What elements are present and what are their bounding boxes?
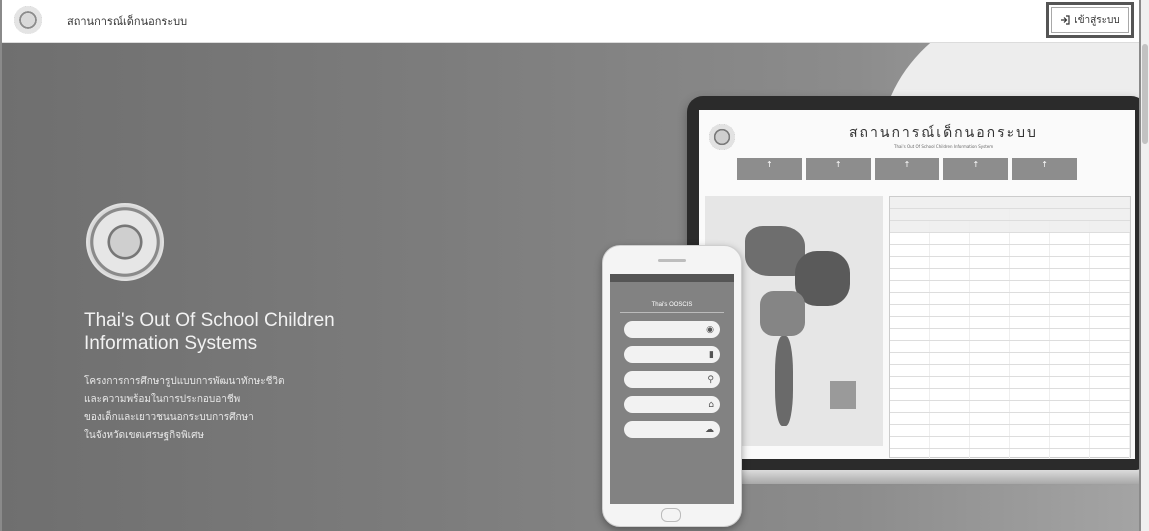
phone-speaker (658, 259, 686, 262)
login-button[interactable]: เข้าสู่ระบบ (1046, 2, 1134, 38)
phone-mockup-image: Thai's OOSCIS ◉ ▮ ⚲ ⌂ ☁ (602, 245, 742, 527)
phone-menu-button: ▮ (624, 346, 720, 363)
phone-menu-button: ⌂ (624, 396, 720, 413)
hero-title-line2: Information Systems (84, 333, 258, 354)
laptop-nav-tile (737, 158, 802, 180)
hero-emblem-icon (86, 203, 164, 281)
laptop-mockup-image: สถานการณ์เด็กนอกระบบ Thai's Out Of Schoo… (687, 96, 1139, 471)
phone-menu-button: ⚲ (624, 371, 720, 388)
hero-description: โครงการการศึกษารูปแบบการพัฒนาทักษะชีวิต … (84, 373, 384, 445)
top-header: สถานการณ์เด็กนอกระบบ เข้าสู่ระบบ (2, 0, 1139, 43)
laptop-data-table (889, 196, 1131, 459)
phone-divider (620, 312, 724, 313)
phone-status-bar (610, 274, 734, 282)
laptop-site-title: สถานการณ์เด็กนอกระบบ (849, 125, 1038, 141)
laptop-site-subtitle: Thai's Out Of School Children Informatio… (894, 144, 994, 149)
cloud-icon: ☁ (705, 424, 714, 435)
phone-menu-button: ◉ (624, 321, 720, 338)
home-icon: ⌂ (708, 399, 714, 410)
hero-desc-line: ในจังหวัดเขตเศรษฐกิจพิเศษ (84, 430, 205, 441)
scrollbar-thumb[interactable] (1142, 44, 1148, 144)
laptop-base (672, 470, 1139, 484)
eye-icon: ◉ (706, 324, 714, 335)
book-icon: ▮ (709, 349, 714, 360)
phone-menu-button: ☁ (624, 421, 720, 438)
search-icon: ⚲ (707, 374, 714, 385)
hero-desc-line: ของเด็กและเยาวชนนอกระบบการศึกษา (84, 412, 254, 423)
laptop-nav-tile (1012, 158, 1077, 180)
hero-desc-line: และความพร้อมในการประกอบอาชีพ (84, 394, 241, 405)
site-name-link[interactable]: สถานการณ์เด็กนอกระบบ (67, 12, 187, 30)
hero-desc-line: โครงการการศึกษารูปแบบการพัฒนาทักษะชีวิต (84, 376, 285, 387)
laptop-nav-tiles (737, 158, 1077, 180)
laptop-nav-tile (943, 158, 1009, 180)
phone-brand-title: Thai's OOSCIS (651, 302, 693, 308)
login-arrow-icon (1061, 15, 1070, 25)
vertical-scrollbar[interactable] (1141, 0, 1149, 531)
emblem-logo-icon[interactable] (14, 6, 42, 34)
phone-home-button (661, 508, 681, 522)
laptop-nav-tile (805, 158, 871, 180)
hero-title-line1: Thai's Out Of School Children (84, 310, 335, 331)
laptop-emblem-icon (709, 124, 735, 150)
phone-screen: Thai's OOSCIS ◉ ▮ ⚲ ⌂ ☁ (610, 274, 734, 504)
phone-note (610, 282, 734, 288)
login-label: เข้าสู่ระบบ (1074, 14, 1120, 26)
laptop-nav-tile (874, 158, 940, 180)
laptop-screen: สถานการณ์เด็กนอกระบบ Thai's Out Of Schoo… (699, 110, 1135, 459)
page-frame: สถานการณ์เด็กนอกระบบ เข้าสู่ระบบ Thai's … (0, 0, 1141, 531)
hero-title: Thai's Out Of School Children Informatio… (84, 309, 504, 355)
login-button-inner: เข้าสู่ระบบ (1051, 7, 1129, 33)
